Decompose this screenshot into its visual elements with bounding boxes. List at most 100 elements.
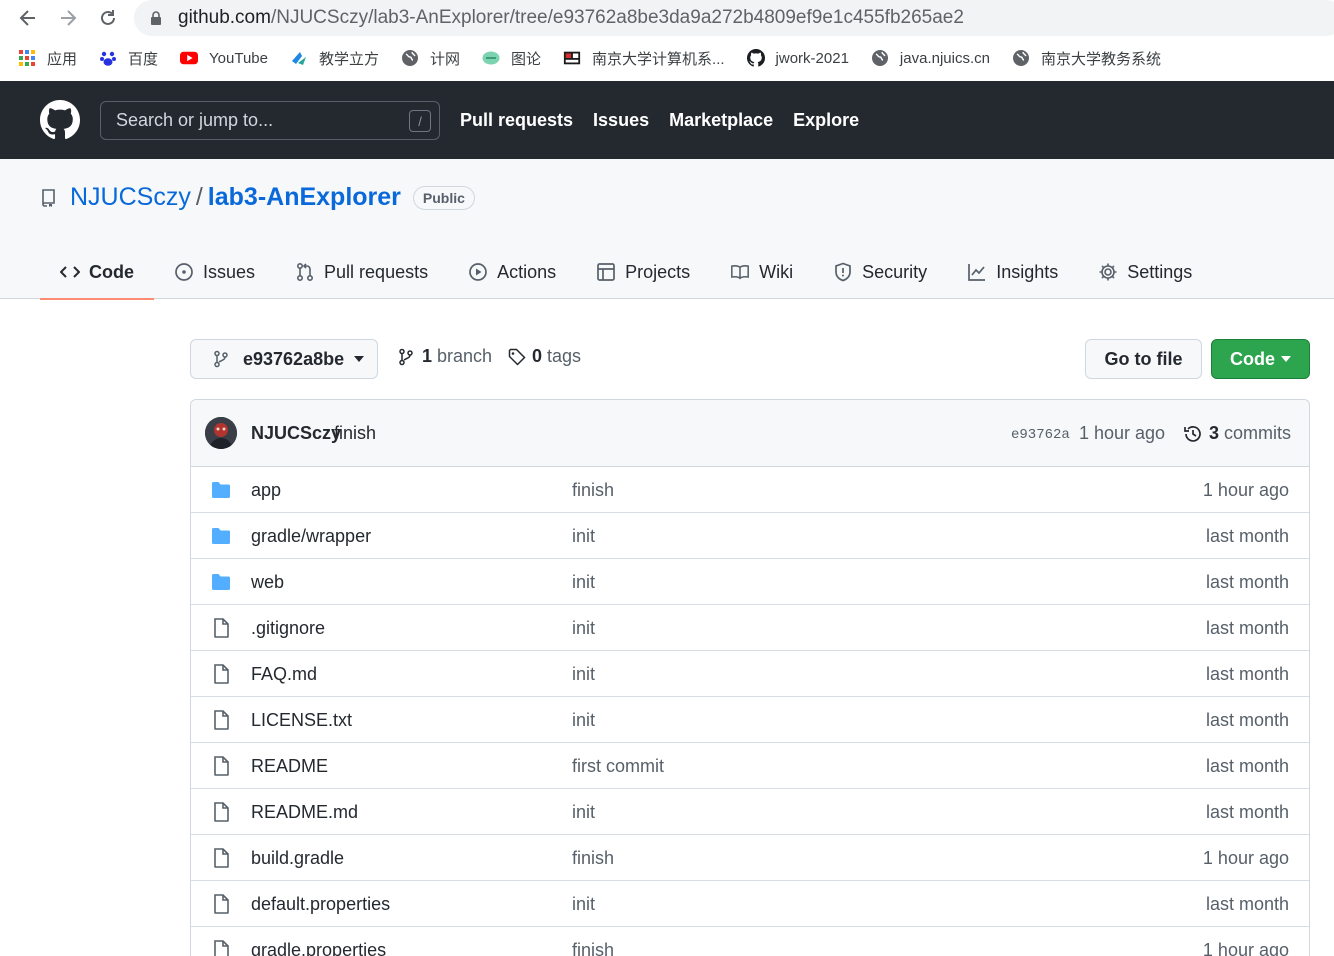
bookmark-java-njuics[interactable]: java.njuics.cn [871,49,990,67]
avatar[interactable] [205,417,237,449]
commit-message-link[interactable]: finish [334,423,376,444]
bookmarks-bar: 应用 百度 YouTube 教学立方 计网 图论 南京大学计算机系... jwo… [0,36,1334,80]
bookmark-jiaoxue[interactable]: 教学立方 [290,48,379,69]
bookmark-tulun[interactable]: 图论 [482,48,541,69]
file-commit-message-link[interactable]: init [572,526,595,547]
tab-insights[interactable]: Insights [947,245,1078,299]
file-icon [211,940,231,956]
bookmark-label: 图论 [511,50,542,68]
url-bar[interactable]: github.com/NJUCSczy/lab3-AnExplorer/tree… [134,0,1334,36]
issue-icon [174,262,194,282]
bookmark-jiwang[interactable]: 计网 [401,48,460,69]
commit-history-link[interactable]: 3 commits [1183,423,1291,444]
search-input[interactable]: Search or jump to... / [100,101,440,140]
nav-pull-requests[interactable]: Pull requests [460,110,573,131]
bookmark-label: 教学立方 [318,50,379,68]
file-name-link[interactable]: README [251,756,328,777]
commit-count-label: commits [1224,423,1292,443]
repo-tabs: Code Issues Pull requests Actions Projec… [40,245,1212,300]
file-commit-message-link[interactable]: finish [572,940,614,956]
history-icon [1183,424,1203,444]
file-name-link[interactable]: FAQ.md [251,664,317,685]
tab-label: Pull requests [324,261,429,282]
reload-button[interactable] [96,6,120,30]
bookmark-youtube[interactable]: YouTube [180,49,268,67]
file-commit-message-link[interactable]: init [572,894,595,915]
file-name-link[interactable]: app [251,480,281,501]
forward-button[interactable] [56,6,80,30]
file-row: README first commit last month [191,743,1309,789]
tab-issues[interactable]: Issues [154,245,275,299]
nav-issues[interactable]: Issues [593,110,649,131]
commit-author-link[interactable]: NJUCSczy [251,423,341,444]
repo-header: NJUCSczy / lab3-AnExplorer Public Code I… [0,159,1334,300]
github-icon [746,49,765,67]
file-name-link[interactable]: gradle/wrapper [251,526,371,547]
nju-cs-icon [563,49,581,67]
file-commit-message-link[interactable]: first commit [572,756,664,777]
file-name-link[interactable]: build.gradle [251,848,344,869]
header-nav: Pull requests Issues Marketplace Explore [460,81,879,159]
file-row: web init last month [191,559,1309,605]
file-name-link[interactable]: web [251,572,284,593]
file-icon [211,756,231,776]
file-commit-age: last month [1205,526,1289,546]
folder-icon [211,480,231,500]
branches-link[interactable]: 1 branch [398,346,492,367]
file-row: LICENSE.txt init last month [191,697,1309,743]
file-row: build.gradle finish 1 hour ago [191,835,1309,881]
back-button[interactable] [16,6,40,30]
tab-wiki[interactable]: Wiki [710,245,813,299]
tab-projects[interactable]: Projects [576,245,710,299]
file-commit-message-link[interactable]: finish [572,480,614,501]
tab-code[interactable]: Code [40,245,154,300]
file-name-link[interactable]: README.md [251,802,358,823]
bookmark-label: YouTube [209,49,268,67]
search-placeholder: Search or jump to... [116,110,274,130]
bookmark-apps[interactable]: 应用 [18,48,77,69]
tags-link[interactable]: 0 tags [508,346,581,367]
file-commit-message-link[interactable]: init [572,572,595,593]
bookmark-nju-cs[interactable]: 南京大学计算机系... [563,48,725,69]
repo-title: NJUCSczy / lab3-AnExplorer Public [40,183,475,212]
file-commit-message-link[interactable]: init [572,710,595,731]
file-commit-age: 1 hour ago [1202,848,1289,868]
code-dropdown-button[interactable]: Code [1211,339,1310,379]
file-row: default.properties init last month [191,881,1309,927]
file-commit-message-link[interactable]: init [572,802,595,823]
shield-icon [833,262,853,282]
browser-toolbar: github.com/NJUCSczy/lab3-AnExplorer/tree… [0,0,1334,36]
file-commit-message-link[interactable]: init [572,618,595,639]
tab-label: Wiki [759,261,794,282]
file-commit-age: last month [1205,756,1289,776]
nav-explore[interactable]: Explore [793,110,859,131]
visibility-badge: Public [412,185,475,210]
repo-name-link[interactable]: lab3-AnExplorer [208,183,401,212]
repo-owner-link[interactable]: NJUCSczy [70,183,191,212]
file-commit-message-link[interactable]: init [572,664,595,685]
code-button-label: Code [1230,348,1275,369]
file-commit-message-link[interactable]: finish [572,848,614,869]
tab-label: Insights [996,261,1059,282]
tab-settings[interactable]: Settings [1078,245,1212,299]
file-name-link[interactable]: gradle.properties [251,940,386,956]
nav-marketplace[interactable]: Marketplace [669,110,773,131]
search-shortcut-key: / [409,110,431,132]
file-name-link[interactable]: LICENSE.txt [251,710,352,731]
github-logo-icon[interactable] [40,100,80,140]
commit-sha-link[interactable]: e93762a [1011,427,1070,443]
bookmark-nju-jiaowu[interactable]: 南京大学教务系统 [1012,48,1161,69]
file-name-link[interactable]: default.properties [251,894,390,915]
forward-arrow-icon [61,10,77,26]
branch-select-button[interactable]: e93762a8be [190,339,378,379]
file-name-link[interactable]: .gitignore [251,618,325,639]
bookmark-label: jwork-2021 [775,49,849,67]
tab-actions[interactable]: Actions [448,245,576,299]
tab-security[interactable]: Security [813,245,947,299]
bookmark-jwork[interactable]: jwork-2021 [746,49,849,67]
go-to-file-button[interactable]: Go to file [1085,339,1202,379]
file-icon [211,618,231,638]
tab-pull-requests[interactable]: Pull requests [275,245,448,299]
bookmark-baidu[interactable]: 百度 [99,48,158,69]
lock-icon [150,11,164,25]
